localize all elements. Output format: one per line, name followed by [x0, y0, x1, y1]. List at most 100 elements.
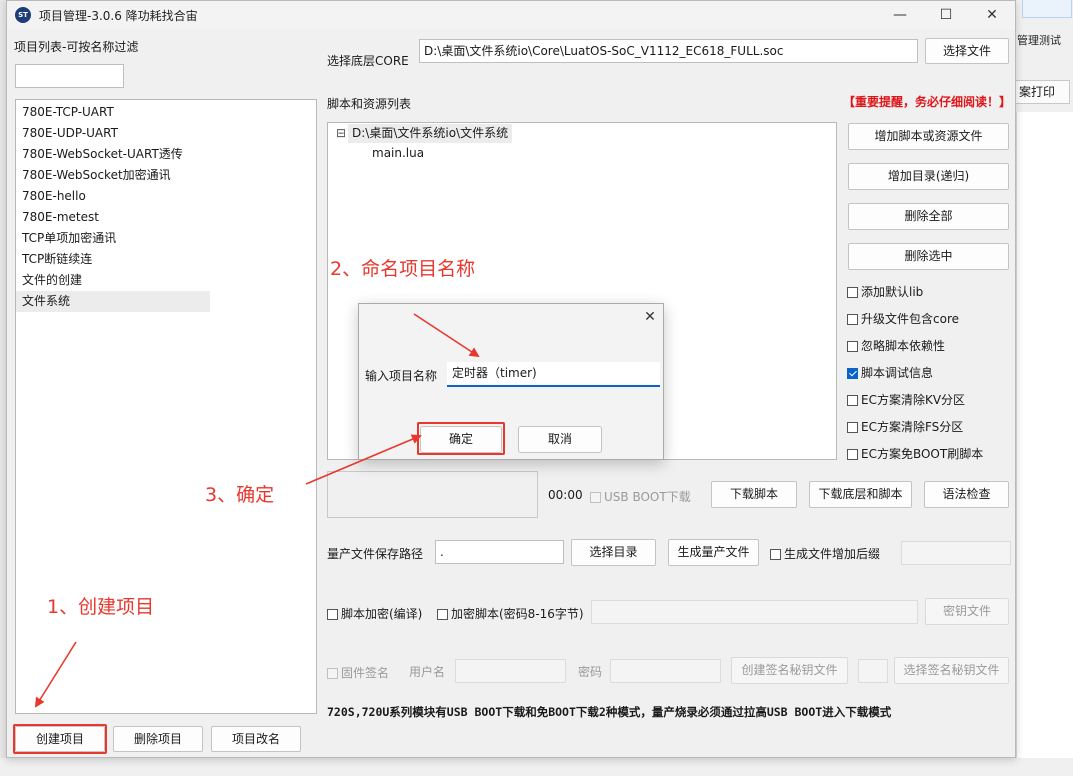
checked-box-icon[interactable] [847, 368, 858, 379]
option-checkbox[interactable]: 脚本调试信息 [847, 364, 1013, 391]
background-content [1016, 112, 1073, 776]
scripts-label: 脚本和资源列表 [327, 97, 412, 111]
background-print-button[interactable]: 案打印 [1014, 80, 1070, 104]
dialog-label: 输入项目名称 [365, 369, 438, 383]
option-checkbox[interactable]: EC方案免BOOT刷脚本 [847, 445, 1013, 472]
minimize-button[interactable]: — [877, 1, 923, 29]
project-name-input[interactable]: 定时器（timer) [447, 362, 660, 387]
project-list-item[interactable]: 780E-WebSocket-UART透传 [16, 144, 316, 165]
choose-core-button[interactable]: 选择文件 [925, 38, 1009, 64]
download-script-button[interactable]: 下载脚本 [711, 481, 797, 508]
dialog-close-button[interactable]: ✕ [639, 306, 661, 328]
encrypt-password-field[interactable] [591, 600, 918, 624]
bottom-note: 720S,720U系列模块有USB BOOT下载和免BOOT下载2种模式，量产烧… [327, 705, 892, 719]
suffix-checkbox[interactable]: 生成文件增加后缀 [770, 545, 880, 562]
annotation-step2: 2、命名项目名称 [330, 258, 476, 280]
project-list-item[interactable]: 780E-UDP-UART [16, 123, 316, 144]
username-field[interactable] [455, 659, 566, 683]
option-checkbox[interactable]: 忽略脚本依赖性 [847, 337, 1013, 364]
checkbox-icon[interactable] [847, 422, 858, 433]
checkbox-icon[interactable] [847, 287, 858, 298]
option-checkbox[interactable]: 升级文件包含core [847, 310, 1013, 337]
encrypt-password-label: 加密脚本(密码8-16字节) [451, 607, 584, 621]
title-bar: ST 项目管理-3.0.6 降功耗找合宙 — ☐ ✕ [7, 1, 1015, 29]
create-button-highlight [13, 724, 107, 754]
password-field[interactable] [610, 659, 721, 683]
project-filter-input[interactable] [15, 64, 124, 88]
suffix-label: 生成文件增加后缀 [784, 547, 881, 561]
checkbox-icon[interactable] [847, 449, 858, 460]
options-group: 添加默认lib 升级文件包含core 忽略脚本依赖性 脚本调试信息 EC方案清除KV分区… [847, 283, 1013, 472]
project-list-item[interactable]: 780E-hello [16, 186, 316, 207]
rename-project-button[interactable]: 项目改名 [211, 726, 301, 752]
tree-root-item[interactable]: D:\桌面\文件系统io\文件系统 [348, 124, 513, 143]
project-list-item[interactable]: TCP断链续连 [16, 249, 316, 270]
important-warning-link[interactable]: 【重要提醒，务必仔细阅读！】 [843, 93, 1011, 110]
option-label: 添加默认lib [861, 285, 924, 299]
window-title: 项目管理-3.0.6 降功耗找合宙 [39, 9, 198, 23]
project-list-item[interactable]: 文件的创建 [16, 270, 316, 291]
choose-sign-key-button[interactable]: 选择签名秘钥文件 [894, 657, 1009, 684]
dialog-cancel-button[interactable]: 取消 [518, 426, 602, 453]
annotation-step1: 1、创建项目 [47, 596, 155, 618]
key-file-button[interactable]: 密钥文件 [925, 598, 1009, 625]
delete-selected-button[interactable]: 删除选中 [848, 243, 1009, 270]
delete-all-button[interactable]: 删除全部 [848, 203, 1009, 230]
usb-boot-checkbox[interactable]: USB BOOT下载 [590, 488, 691, 505]
option-label: EC方案清除FS分区 [861, 420, 964, 434]
project-list-item[interactable]: 780E-TCP-UART [16, 102, 316, 123]
close-button[interactable]: ✕ [969, 1, 1015, 29]
project-name-dialog: ✕ 输入项目名称 定时器（timer) 确定 取消 [358, 303, 664, 460]
project-list-item[interactable]: 780E-metest [16, 207, 316, 228]
option-label: 忽略脚本依赖性 [861, 339, 946, 353]
checkbox-icon[interactable] [847, 341, 858, 352]
usb-boot-label: USB BOOT下载 [604, 490, 691, 504]
project-list-item[interactable]: 文件系统 [16, 291, 210, 312]
production-path-field[interactable]: . [435, 540, 564, 564]
username-label: 用户名 [409, 665, 446, 679]
core-label: 选择底层CORE [327, 54, 409, 68]
script-encrypt-label: 脚本加密(编译) [341, 607, 423, 621]
encrypt-password-checkbox[interactable]: 加密脚本(密码8-16字节) [437, 605, 584, 622]
create-sign-key-button[interactable]: 创建签名秘钥文件 [731, 657, 848, 684]
checkbox-icon[interactable] [847, 314, 858, 325]
tree-collapse-icon[interactable]: ⊟ [336, 126, 346, 140]
app-icon: ST [15, 7, 31, 23]
maximize-button[interactable]: ☐ [923, 1, 969, 29]
tree-file-item[interactable]: main.lua [372, 146, 424, 160]
suffix-field[interactable] [901, 541, 1011, 565]
add-script-button[interactable]: 增加脚本或资源文件 [848, 123, 1009, 150]
option-label: EC方案免BOOT刷脚本 [861, 447, 984, 461]
firmware-sign-label: 固件签名 [341, 666, 390, 680]
background-bottom-strip [0, 758, 1073, 776]
choose-directory-button[interactable]: 选择目录 [571, 539, 656, 566]
firmware-sign-checkbox[interactable]: 固件签名 [327, 664, 389, 681]
progress-area [327, 471, 538, 518]
option-checkbox[interactable]: 添加默认lib [847, 283, 1013, 310]
add-directory-button[interactable]: 增加目录(递归) [848, 163, 1009, 190]
project-filter-label: 项目列表-可按名称过滤 [14, 40, 139, 54]
download-core-script-button[interactable]: 下载底层和脚本 [809, 481, 912, 508]
background-thumbnail [1022, 0, 1072, 18]
sign-key-path-field[interactable] [858, 659, 888, 683]
delete-project-button[interactable]: 删除项目 [113, 726, 203, 752]
option-label: 升级文件包含core [861, 312, 959, 326]
checkbox-icon[interactable] [847, 395, 858, 406]
download-timer: 00:00 [548, 488, 583, 502]
script-encrypt-checkbox[interactable]: 脚本加密(编译) [327, 605, 422, 622]
option-label: 脚本调试信息 [861, 366, 934, 380]
ok-button-highlight [417, 422, 505, 455]
syntax-check-button[interactable]: 语法检查 [924, 481, 1009, 508]
option-checkbox[interactable]: EC方案清除FS分区 [847, 418, 1013, 445]
project-list: 780E-TCP-UART 780E-UDP-UART 780E-WebSocket… [15, 99, 317, 714]
project-list-item[interactable]: TCP单项加密通讯 [16, 228, 316, 249]
core-path-field[interactable]: D:\桌面\文件系统io\Core\LuatOS-SoC_V1112_EC618… [419, 39, 918, 63]
password-label: 密码 [578, 665, 603, 679]
background-label: 管理测试 [1017, 34, 1061, 47]
option-label: EC方案清除KV分区 [861, 393, 966, 407]
project-list-item[interactable]: 780E-WebSocket加密通讯 [16, 165, 316, 186]
annotation-step3: 3、确定 [205, 484, 275, 506]
option-checkbox[interactable]: EC方案清除KV分区 [847, 391, 1013, 418]
generate-production-button[interactable]: 生成量产文件 [668, 539, 759, 566]
production-path-label: 量产文件保存路径 [327, 547, 424, 561]
